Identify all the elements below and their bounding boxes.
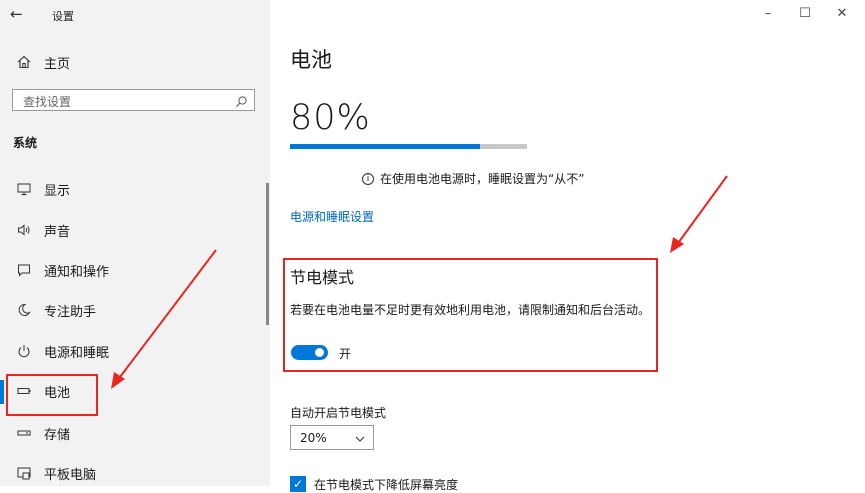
battery-progress-fill — [290, 144, 480, 149]
battery-info-text: 在使用电池电源时，睡眠设置为“从不” — [380, 172, 585, 186]
annotation-arrows — [111, 175, 728, 389]
battery-saver-heading: 节电模式 — [290, 268, 355, 287]
page-title: 电池 — [290, 48, 332, 72]
battery-saver-toggle[interactable] — [291, 345, 328, 360]
auto-saver-label: 自动开启节电模式 — [290, 406, 387, 420]
battery-percentage: 80% — [290, 98, 371, 138]
battery-info-message: i 在使用电池电源时，睡眠设置为“从不” — [362, 170, 584, 187]
battery-progress-bar — [290, 144, 527, 149]
chevron-down-icon — [354, 430, 366, 449]
auto-saver-threshold-select[interactable]: 20% — [290, 425, 374, 450]
battery-saver-toggle-state: 开 — [339, 347, 352, 361]
lower-brightness-label: 在节电模式下降低屏幕亮度 — [314, 478, 459, 492]
power-sleep-settings-link[interactable]: 电源和睡眠设置 — [290, 208, 374, 225]
toggle-knob — [315, 348, 324, 357]
select-value: 20% — [300, 431, 327, 445]
battery-saver-description: 若要在电池电量不足时更有效地利用电池，请限制通知和后台活动。 — [290, 303, 651, 317]
info-icon: i — [362, 172, 374, 185]
lower-brightness-checkbox[interactable]: ✓ — [290, 476, 306, 492]
